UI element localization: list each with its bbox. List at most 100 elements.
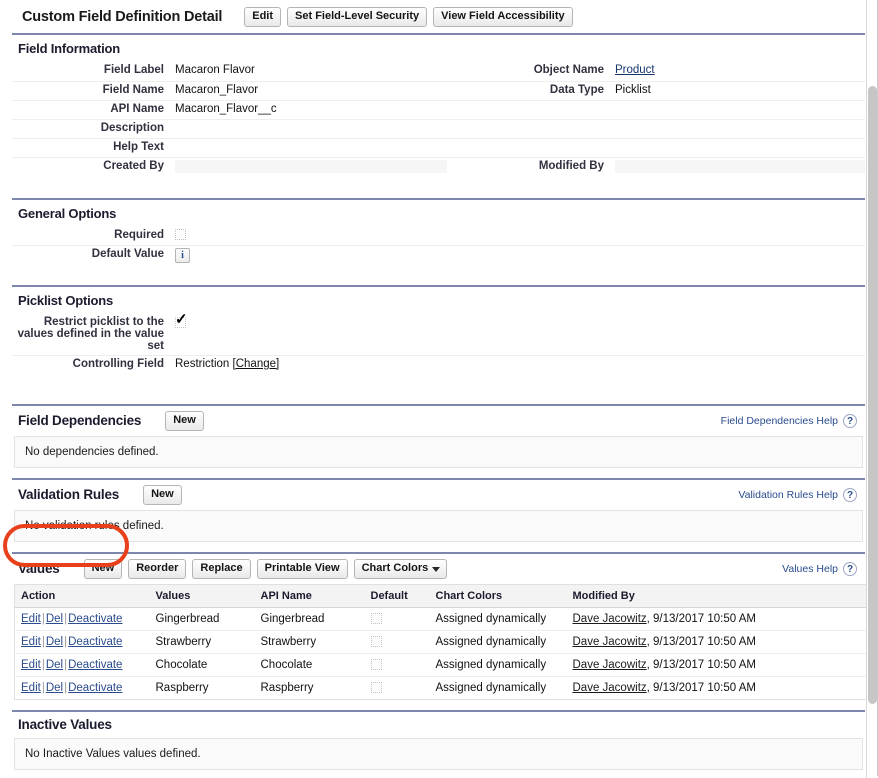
row-api-name: Strawberry	[255, 630, 365, 653]
value-help-text	[172, 138, 447, 157]
values-table-header-row: Action Values API Name Default Chart Col…	[15, 584, 867, 607]
label-data-type: Data Type	[447, 81, 612, 100]
row-default	[365, 653, 430, 676]
label-required: Required	[12, 227, 172, 246]
table-row: Edit|Del|Deactivate Strawberry Strawberr…	[15, 630, 867, 653]
label-created-by: Created By	[12, 157, 172, 179]
scrollbar-thumb[interactable]	[868, 86, 877, 704]
picklist-options-title: Picklist Options	[12, 287, 865, 314]
row-edit-link[interactable]: Edit	[21, 613, 41, 625]
row-del-link[interactable]: Del	[46, 682, 63, 694]
row-modified-by: Dave Jacowitz, 9/13/2017 10:50 AM	[567, 607, 867, 630]
general-row-required: Required	[12, 227, 865, 246]
inactive-values-title: Inactive Values	[18, 717, 112, 732]
modified-by-placeholder	[615, 160, 865, 173]
row-edit-link[interactable]: Edit	[21, 636, 41, 648]
modified-by-user-link[interactable]: Dave Jacowitz	[573, 682, 647, 694]
field-row-description: Description	[12, 119, 865, 138]
inactive-values-panel: Inactive Values No Inactive Values value…	[12, 710, 865, 770]
row-del-link[interactable]: Del	[46, 636, 63, 648]
chevron-down-icon	[432, 567, 440, 572]
check-icon: ✓	[175, 316, 189, 330]
label-api-name: API Name	[12, 100, 172, 119]
row-actions: Edit|Del|Deactivate	[15, 676, 150, 699]
row-del-link[interactable]: Del	[46, 613, 63, 625]
value-restrict-picklist: ✓	[172, 314, 457, 356]
row-modified-by: Dave Jacowitz, 9/13/2017 10:50 AM	[567, 653, 867, 676]
label-default-value: Default Value	[12, 246, 172, 267]
value-empty-2	[612, 119, 865, 138]
row-default	[365, 607, 430, 630]
field-row-created-by: Created By Modified By	[12, 157, 865, 179]
vertical-scrollbar[interactable]	[866, 0, 877, 778]
field-information-title: Field Information	[12, 35, 865, 62]
value-modified-by	[612, 157, 865, 179]
page-title: Custom Field Definition Detail	[22, 9, 222, 25]
object-name-link[interactable]: Product	[615, 64, 655, 76]
values-help-area: Values Help ?	[782, 562, 861, 576]
created-by-placeholder	[175, 160, 447, 173]
values-new-button[interactable]: New	[84, 559, 123, 579]
default-checkbox	[371, 636, 382, 647]
field-dependencies-help-link[interactable]: Field Dependencies Help	[721, 415, 838, 427]
row-actions: Edit|Del|Deactivate	[15, 607, 150, 630]
validation-rules-help-area: Validation Rules Help ?	[738, 488, 861, 502]
change-link[interactable]: [Change]	[233, 358, 280, 370]
value-required	[172, 227, 865, 246]
default-checkbox	[371, 682, 382, 693]
field-row-field-label: Field Label Macaron Flavor Object Name P…	[12, 62, 865, 81]
row-deactivate-link[interactable]: Deactivate	[68, 682, 122, 694]
field-dependencies-new-button[interactable]: New	[165, 411, 204, 431]
value-field-label: Macaron Flavor	[172, 62, 447, 81]
view-field-accessibility-button[interactable]: View Field Accessibility	[433, 7, 573, 27]
info-icon[interactable]: i	[175, 248, 190, 263]
values-chart-colors-dropdown[interactable]: Chart Colors	[354, 559, 448, 579]
values-panel: Values New Reorder Replace Printable Vie…	[12, 552, 865, 700]
edit-button[interactable]: Edit	[244, 7, 281, 27]
question-mark-icon[interactable]: ?	[843, 488, 857, 502]
value-description	[172, 119, 447, 138]
row-edit-link[interactable]: Edit	[21, 682, 41, 694]
row-value: Gingerbread	[150, 607, 255, 630]
set-field-level-security-button[interactable]: Set Field-Level Security	[287, 7, 427, 27]
values-buttons: New Reorder Replace Printable View Chart…	[84, 559, 448, 579]
column-modified-by: Modified By	[567, 584, 867, 607]
row-edit-link[interactable]: Edit	[21, 659, 41, 671]
modified-by-user-link[interactable]: Dave Jacowitz	[573, 636, 647, 648]
picklist-row-restrict: Restrict picklist to the values defined …	[12, 314, 865, 356]
question-mark-icon[interactable]: ?	[843, 414, 857, 428]
values-help-link[interactable]: Values Help	[782, 563, 838, 575]
value-default-value: i	[172, 246, 865, 267]
row-actions: Edit|Del|Deactivate	[15, 630, 150, 653]
row-value: Raspberry	[150, 676, 255, 699]
validation-rules-new-button[interactable]: New	[143, 485, 182, 505]
required-checkbox	[175, 229, 186, 240]
row-del-link[interactable]: Del	[46, 659, 63, 671]
field-dependencies-buttons: New	[165, 411, 204, 431]
inactive-values-header: Inactive Values	[12, 710, 865, 738]
general-options-table: Required Default Value i	[12, 227, 865, 286]
value-empty-3	[612, 138, 865, 157]
label-field-name: Field Name	[12, 81, 172, 100]
values-replace-button[interactable]: Replace	[192, 559, 250, 579]
general-row-default-value: Default Value i	[12, 246, 865, 267]
question-mark-icon[interactable]: ?	[843, 562, 857, 576]
row-deactivate-link[interactable]: Deactivate	[68, 636, 122, 648]
value-field-name: Macaron_Flavor	[172, 81, 447, 100]
values-table: Action Values API Name Default Chart Col…	[14, 584, 867, 700]
values-printable-view-button[interactable]: Printable View	[257, 559, 348, 579]
modified-by-user-link[interactable]: Dave Jacowitz	[573, 659, 647, 671]
modified-by-user-link[interactable]: Dave Jacowitz	[573, 613, 647, 625]
picklist-controlling-pad	[457, 356, 865, 375]
value-api-name: Macaron_Flavor__c	[172, 100, 447, 119]
values-header: Values New Reorder Replace Printable Vie…	[12, 552, 865, 584]
row-chart-colors: Assigned dynamically	[430, 607, 567, 630]
row-actions: Edit|Del|Deactivate	[15, 653, 150, 676]
row-deactivate-link[interactable]: Deactivate	[68, 613, 122, 625]
row-deactivate-link[interactable]: Deactivate	[68, 659, 122, 671]
label-empty-3	[447, 138, 612, 157]
values-reorder-button[interactable]: Reorder	[128, 559, 186, 579]
row-chart-colors: Assigned dynamically	[430, 653, 567, 676]
validation-rules-help-link[interactable]: Validation Rules Help	[738, 489, 838, 501]
row-api-name: Gingerbread	[255, 607, 365, 630]
